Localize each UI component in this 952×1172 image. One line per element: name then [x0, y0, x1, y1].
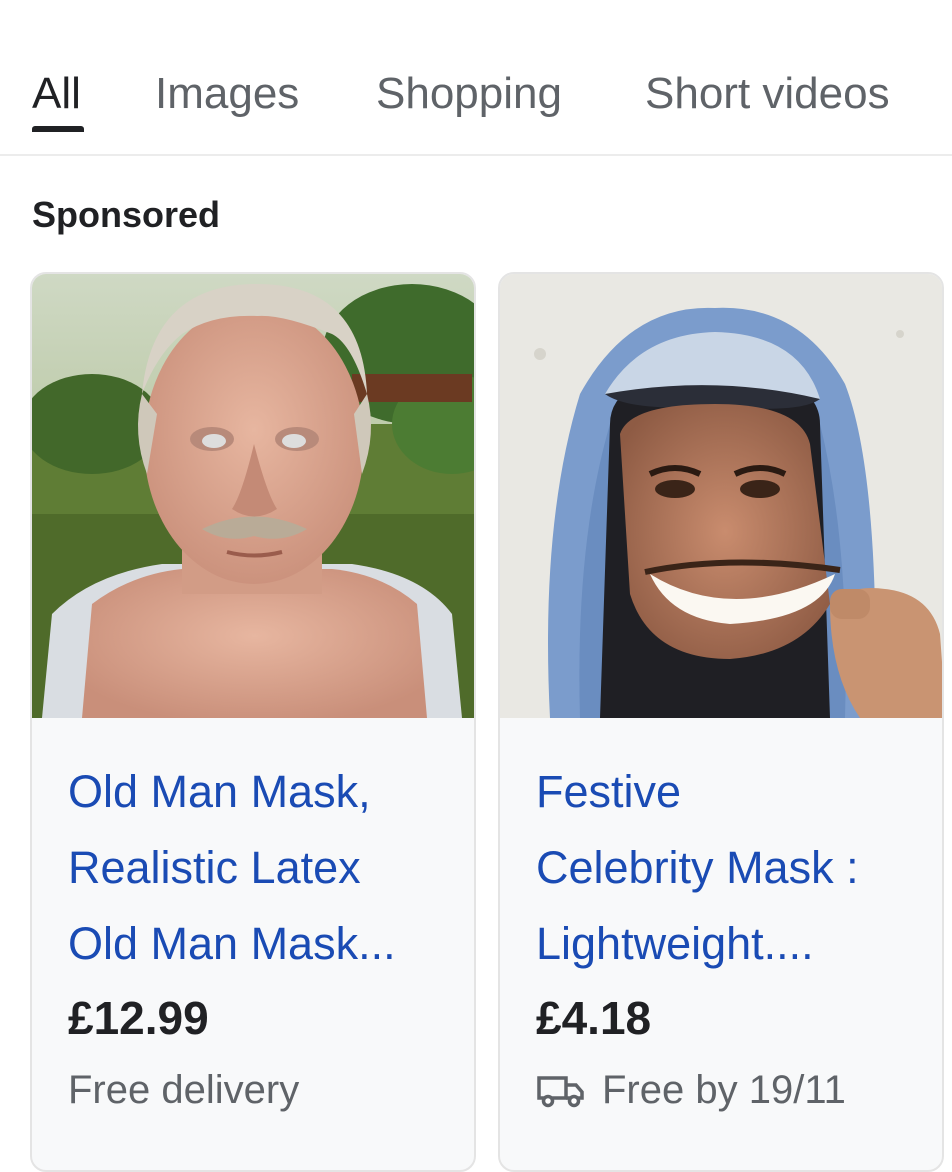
search-tabs: All Images Shopping Short videos: [0, 0, 952, 156]
delivery-info: Free delivery: [68, 1062, 299, 1118]
product-title[interactable]: Old Man Mask, Realistic Latex Old Man Ma…: [68, 754, 458, 982]
product-title-line: Old Man Mask,: [68, 766, 371, 817]
delivery-info: Free by 19/11: [536, 1062, 846, 1118]
active-tab-indicator: [32, 126, 84, 132]
tab-all[interactable]: All: [32, 68, 81, 120]
product-title[interactable]: Festive Celebrity Mask : Lightweight....: [536, 754, 926, 982]
product-image[interactable]: [500, 274, 942, 718]
product-title-line: Lightweight....: [536, 918, 814, 969]
product-title-line: Celebrity Mask :: [536, 842, 859, 893]
tab-images[interactable]: Images: [155, 68, 299, 120]
tab-shopping[interactable]: Shopping: [376, 68, 562, 120]
product-card[interactable]: Festive Celebrity Mask : Lightweight....…: [498, 272, 944, 1172]
truck-icon: [537, 1076, 584, 1108]
product-price: £4.18: [536, 992, 652, 1044]
product-image[interactable]: [32, 274, 474, 718]
delivery-text: Free by 19/11: [602, 1068, 846, 1112]
tab-short-videos[interactable]: Short videos: [645, 68, 890, 120]
product-title-line: Realistic Latex: [68, 842, 361, 893]
delivery-text: Free delivery: [68, 1068, 300, 1112]
old-man-mask-photo: [32, 274, 474, 718]
product-card[interactable]: Old Man Mask, Realistic Latex Old Man Ma…: [30, 272, 476, 1172]
product-price: £12.99: [68, 992, 209, 1044]
product-title-line: Old Man Mask...: [68, 918, 396, 969]
sponsored-label: Sponsored: [32, 194, 221, 235]
celebrity-mask-photo: [500, 274, 942, 718]
product-title-line: Festive: [536, 766, 682, 817]
